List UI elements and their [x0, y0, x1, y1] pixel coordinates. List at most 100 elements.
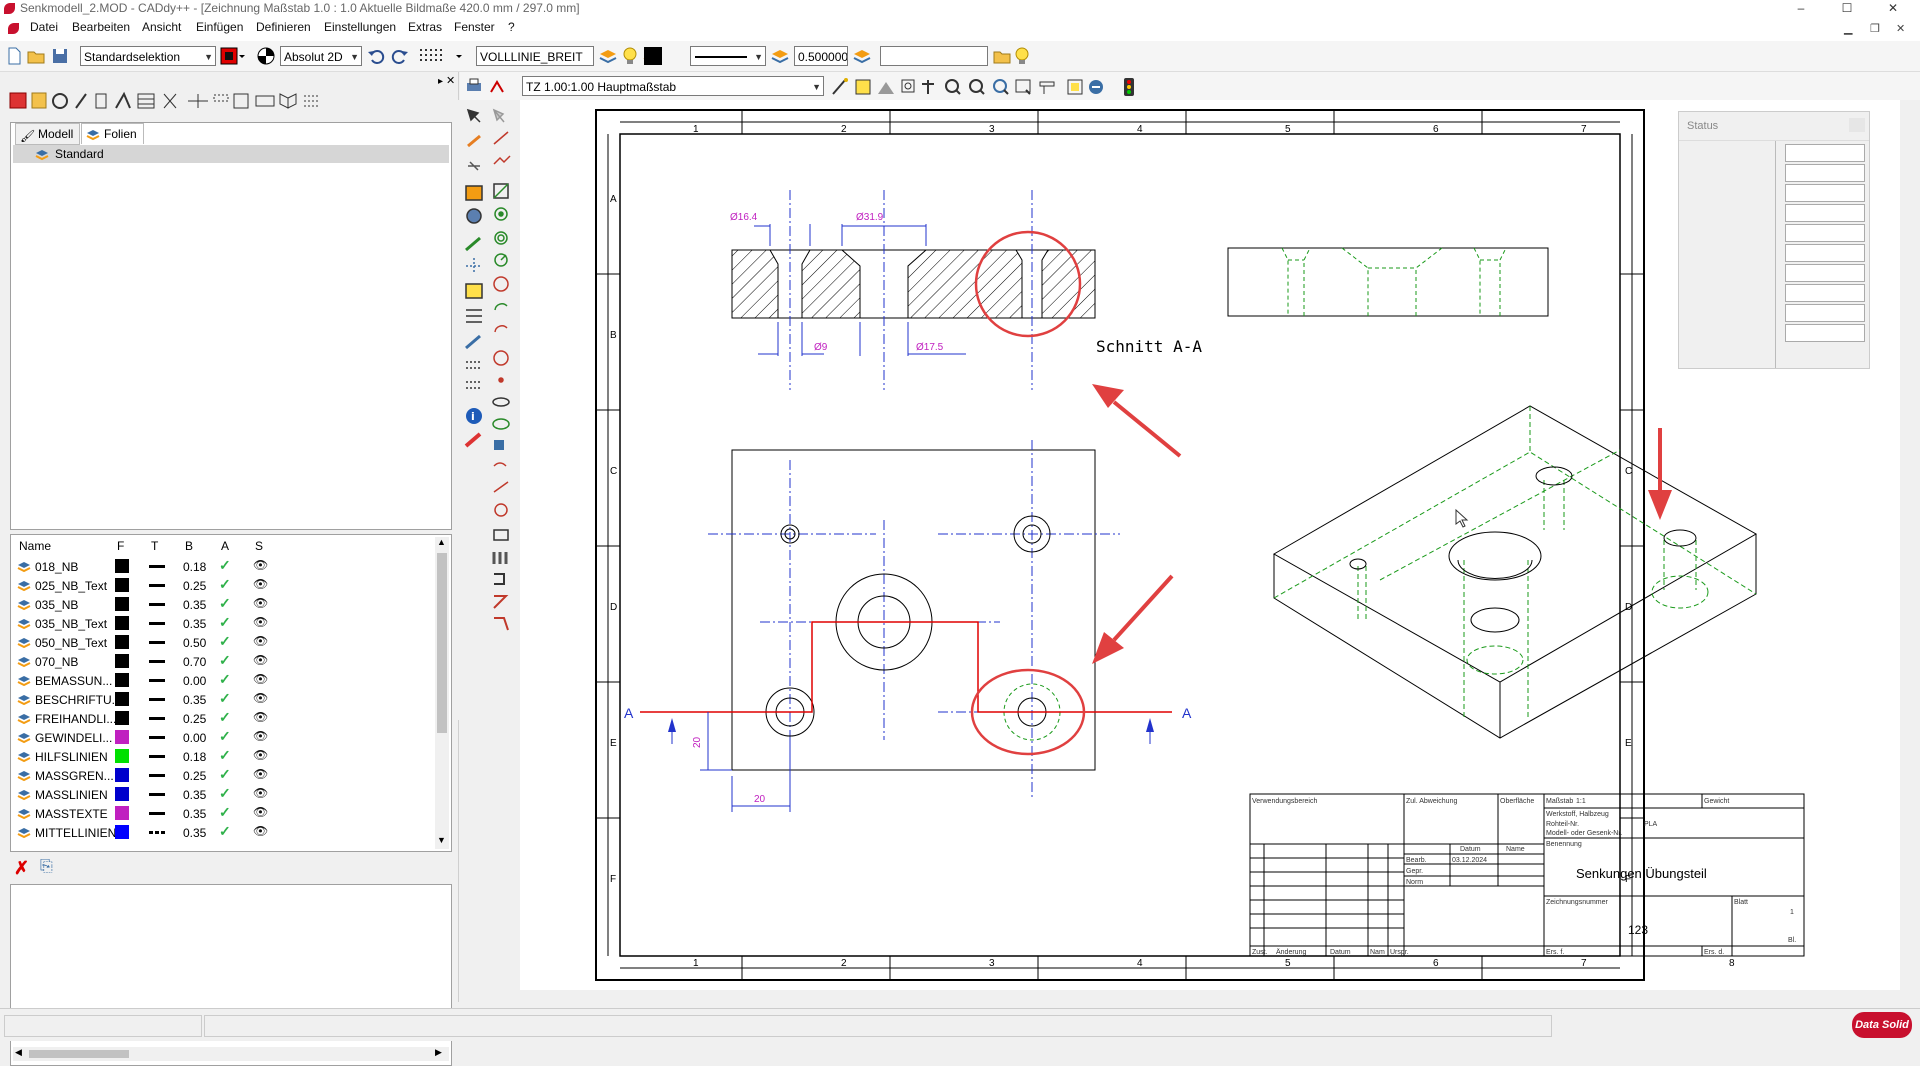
panel-pin-icon[interactable]: ▸ [438, 76, 443, 87]
layer-color-swatch[interactable] [115, 730, 129, 744]
layer-linetype[interactable] [149, 565, 165, 568]
layer-row[interactable]: 025_NB_Text 0.25 ✓ 👁 [15, 576, 425, 595]
layer-linetype[interactable] [149, 736, 165, 739]
tree-row-standard[interactable]: Standard [13, 145, 449, 163]
layer-row[interactable]: BEMASSUN... 0.00 ✓ 👁 [15, 671, 425, 690]
scroll-thumb[interactable] [437, 553, 447, 733]
layer-linetype[interactable] [149, 774, 165, 777]
layer-width[interactable]: 0.25 [183, 712, 206, 726]
eye-icon[interactable]: 👁 [253, 653, 268, 667]
tab-folien[interactable]: Folien [81, 123, 144, 144]
coord-system-icon[interactable] [256, 46, 276, 66]
scroll-down-icon[interactable]: ▼ [437, 835, 446, 845]
layer-width[interactable]: 0.35 [183, 617, 206, 631]
layer-linetype[interactable] [149, 793, 165, 796]
eye-icon[interactable]: 👁 [253, 691, 268, 705]
grid-icon[interactable] [418, 46, 462, 66]
save-icon[interactable] [50, 46, 70, 66]
color-swatch-black[interactable] [644, 47, 662, 65]
layer-stack-icon[interactable] [598, 46, 618, 66]
scale-select[interactable]: TZ 1.00:1.00 Hauptmaßstab ▼ [522, 76, 824, 96]
print-icon[interactable] [464, 76, 484, 96]
eye-icon[interactable]: 👁 [253, 748, 268, 762]
layer-row[interactable]: 035_NB_Text 0.35 ✓ 👁 [15, 614, 425, 633]
layer-header-b[interactable]: B [185, 539, 193, 553]
layer-linetype[interactable] [149, 584, 165, 587]
menu-einstellungen[interactable]: Einstellungen [324, 20, 396, 34]
layer-row[interactable]: MASSLINIEN 0.35 ✓ 👁 [15, 785, 425, 804]
selection-mode-select[interactable]: Standardselektion ▼ [80, 46, 216, 66]
layer-row[interactable]: MASSGREN... 0.25 ✓ 👁 [15, 766, 425, 785]
layer-color-swatch[interactable] [115, 787, 129, 801]
tab-modell[interactable]: 🖌 Modell [15, 123, 81, 145]
mdi-close-button[interactable]: ✕ [1896, 22, 1905, 35]
layer-width[interactable]: 0.18 [183, 750, 206, 764]
coord-mode-select[interactable]: Absolut 2D ▼ [280, 46, 362, 66]
line-style-select[interactable]: ▼ [690, 46, 766, 66]
new-file-icon[interactable] [4, 46, 24, 66]
scroll-up-icon[interactable]: ▲ [437, 537, 446, 547]
layer-linetype[interactable] [149, 698, 165, 701]
layer-stack-icon[interactable] [852, 46, 872, 66]
layer-color-swatch[interactable] [115, 578, 129, 592]
edit-layer-icon[interactable]: ⎘ [40, 858, 53, 876]
layer-row[interactable]: 035_NB 0.35 ✓ 👁 [15, 595, 425, 614]
layer-width[interactable]: 0.35 [183, 598, 206, 612]
layer-color-swatch[interactable] [115, 559, 129, 573]
status-close-button[interactable] [1849, 118, 1865, 132]
layer-width[interactable]: 0.00 [183, 731, 206, 745]
maximize-button[interactable]: ☐ [1824, 0, 1870, 17]
eye-icon[interactable]: 👁 [253, 596, 268, 610]
eye-icon[interactable]: 👁 [253, 577, 268, 591]
layer-color-swatch[interactable] [115, 673, 129, 687]
eye-icon[interactable]: 👁 [253, 767, 268, 781]
panel-toolbar-icons[interactable] [8, 90, 348, 112]
check-icon[interactable]: ✓ [219, 766, 231, 783]
menu-extras[interactable]: Extras [408, 20, 442, 34]
check-icon[interactable]: ✓ [219, 690, 231, 707]
layer-row[interactable]: FREIHANDLI... 0.25 ✓ 👁 [15, 709, 425, 728]
layer-header-a[interactable]: A [221, 539, 229, 553]
view-tools-icons[interactable] [830, 76, 1160, 98]
check-icon[interactable]: ✓ [219, 595, 231, 612]
layer-linetype[interactable] [149, 679, 165, 682]
check-icon[interactable]: ✓ [219, 785, 231, 802]
minimize-button[interactable]: – [1778, 0, 1824, 17]
eye-icon[interactable]: 👁 [253, 824, 268, 838]
lightbulb-icon[interactable] [620, 46, 640, 66]
eye-icon[interactable]: 👁 [253, 786, 268, 800]
layer-linetype[interactable] [149, 660, 165, 663]
close-button[interactable]: ✕ [1870, 0, 1916, 17]
check-icon[interactable]: ✓ [219, 747, 231, 764]
layer-width[interactable]: 0.35 [183, 826, 206, 840]
menu-fenster[interactable]: Fenster [454, 20, 495, 34]
layer-linetype[interactable] [149, 812, 165, 815]
line-type-select[interactable]: VOLLLINIE_BREIT [476, 46, 594, 66]
layer-width[interactable]: 0.35 [183, 788, 206, 802]
check-icon[interactable]: ✓ [219, 804, 231, 821]
eye-icon[interactable]: 👁 [253, 805, 268, 819]
layer-row[interactable]: HILFSLINIEN 0.18 ✓ 👁 [15, 747, 425, 766]
layer-stack-icon[interactable] [770, 46, 790, 66]
eye-icon[interactable]: 👁 [253, 615, 268, 629]
check-icon[interactable]: ✓ [219, 709, 231, 726]
eye-icon[interactable]: 👁 [253, 558, 268, 572]
redo-icon[interactable] [390, 46, 410, 66]
layer-width[interactable]: 0.70 [183, 655, 206, 669]
panel-close-icon[interactable]: ✕ [446, 74, 455, 87]
layer-width[interactable]: 0.35 [183, 807, 206, 821]
scroll-thumb[interactable] [29, 1050, 129, 1058]
layer-width[interactable]: 0.50 [183, 636, 206, 650]
menu-definieren[interactable]: Definieren [256, 20, 311, 34]
check-icon[interactable]: ✓ [219, 728, 231, 745]
layer-color-swatch[interactable] [115, 635, 129, 649]
layer-width[interactable]: 0.18 [183, 560, 206, 574]
scroll-right-icon[interactable]: ▶ [435, 1047, 442, 1058]
layer-color-swatch[interactable] [115, 749, 129, 763]
search-input[interactable] [880, 46, 988, 66]
layer-header-name[interactable]: Name [19, 539, 51, 553]
layer-row[interactable]: GEWINDELI... 0.00 ✓ 👁 [15, 728, 425, 747]
layer-width[interactable]: 0.25 [183, 579, 206, 593]
layer-linetype[interactable] [149, 831, 165, 834]
folder-icon[interactable] [992, 46, 1012, 66]
